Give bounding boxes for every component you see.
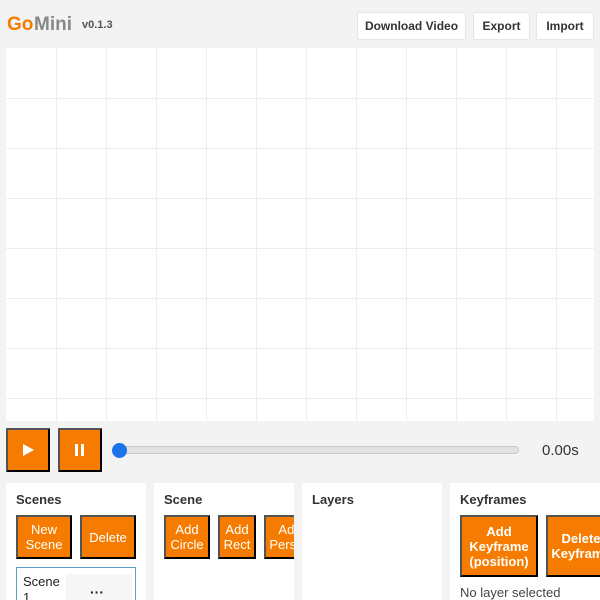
scene-item-menu[interactable]: ··· [66, 574, 132, 600]
no-layer-message: No layer selected [460, 585, 561, 600]
logo-go: Go [7, 14, 34, 35]
layers-title: Layers [312, 492, 354, 507]
stage-canvas[interactable] [6, 48, 594, 421]
scene-title: Scene [164, 492, 203, 507]
add-circle-button[interactable]: Add Circle [164, 515, 210, 559]
scenes-title: Scenes [16, 492, 62, 507]
keyframes-title: Keyframes [460, 492, 527, 507]
layers-panel: Layers [302, 483, 442, 600]
add-rect-button[interactable]: Add Rect [218, 515, 256, 559]
add-circle-label-1: Add [175, 522, 199, 537]
time-readout: 0.00s [542, 442, 579, 459]
pause-icon [75, 444, 84, 456]
more-icon: ··· [90, 584, 104, 600]
app-header: Go Mini v0.1.3 Download Video Export Imp… [0, 0, 600, 50]
scene-panel: Scene Add Circle Add Rect Add Person [154, 483, 294, 600]
delete-keyframe-label-1: Delete [561, 531, 600, 546]
stage-grid [6, 48, 594, 421]
keyframes-panel: Keyframes Add Keyframe (position) Delete… [450, 483, 600, 600]
export-button[interactable]: Export [473, 12, 530, 40]
scene-item-label: Scene 1 [23, 574, 60, 600]
add-circle-label-2: Circle [170, 537, 204, 552]
delete-keyframe-label-2: Keyframe [551, 546, 600, 561]
add-keyframe-label-1: Add [486, 523, 512, 539]
add-keyframe-button[interactable]: Add Keyframe (position) [460, 515, 538, 577]
add-person-button[interactable]: Add Person [264, 515, 294, 559]
logo-mini: Mini [34, 14, 72, 35]
timeline-thumb[interactable] [112, 443, 127, 458]
add-person-label-1: Add [278, 522, 294, 537]
new-scene-button[interactable]: New Scene [16, 515, 72, 559]
new-scene-label-2: Scene [25, 537, 63, 552]
timeline-track[interactable] [118, 446, 519, 454]
add-keyframe-label-2: Keyframe [469, 538, 529, 554]
play-button[interactable] [6, 428, 50, 472]
import-button[interactable]: Import [536, 12, 594, 40]
version-label: v0.1.3 [82, 19, 113, 31]
add-person-label-2: Person [269, 537, 294, 552]
play-icon [23, 444, 34, 456]
add-rect-label-2: Rect [223, 537, 251, 552]
new-scene-label-1: New [30, 522, 57, 537]
delete-keyframe-button[interactable]: Delete Keyframe [546, 515, 600, 577]
download-video-button[interactable]: Download Video [357, 12, 466, 40]
delete-scene-button[interactable]: Delete [80, 515, 136, 559]
scene-list-item[interactable]: Scene 1 ··· [16, 567, 136, 600]
add-rect-label-1: Add [225, 522, 249, 537]
add-keyframe-label-3: (position) [469, 553, 529, 569]
pause-button[interactable] [58, 428, 102, 472]
scenes-panel: Scenes New Scene Delete Scene 1 ··· [6, 483, 146, 600]
